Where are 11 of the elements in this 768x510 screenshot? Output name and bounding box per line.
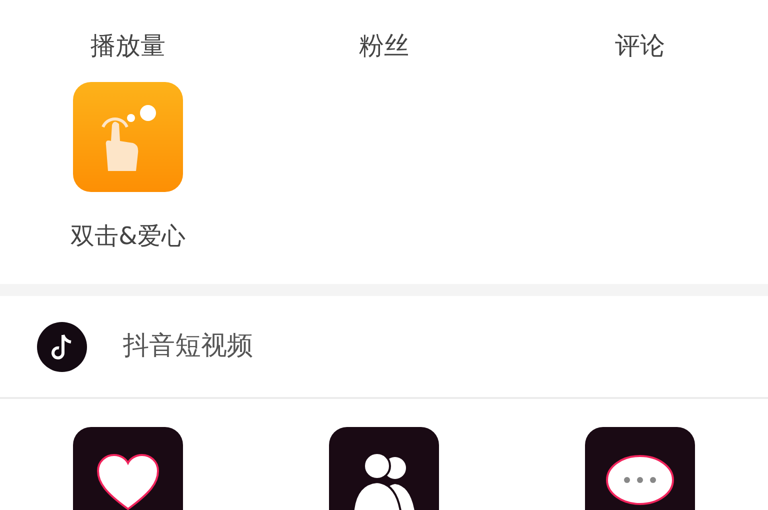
- section-title: 抖音短视频: [123, 330, 253, 363]
- action-tile[interactable]: [73, 82, 183, 192]
- music-note-logo-icon: [37, 322, 87, 372]
- stat-label: 粉丝: [359, 33, 409, 58]
- heart-tile[interactable]: [73, 427, 183, 510]
- chat-tile[interactable]: [585, 427, 695, 510]
- people-tile[interactable]: [329, 427, 439, 510]
- stat-label: 评论: [615, 33, 665, 58]
- action-label: 双击&爱心: [70, 224, 186, 248]
- stat-label: 播放量: [90, 33, 166, 58]
- heart-icon: [96, 453, 160, 510]
